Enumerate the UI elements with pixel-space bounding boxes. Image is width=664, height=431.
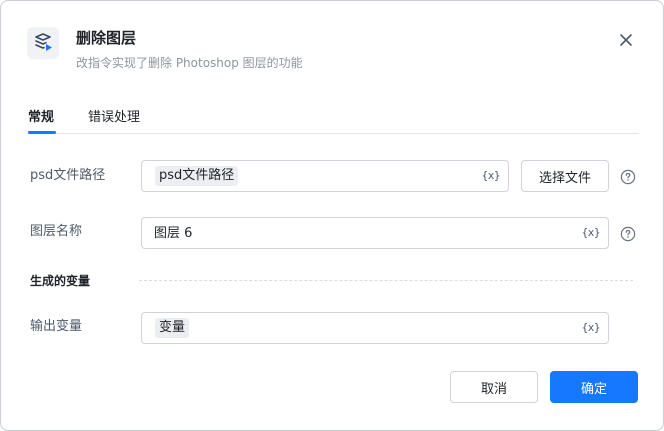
output-variable-input[interactable]: 变量 {x} [141, 312, 609, 344]
tab-error-handling[interactable]: 错误处理 [88, 109, 140, 127]
layers-delete-icon [27, 27, 59, 59]
psd-path-variable-chip: psd文件路径 [155, 166, 239, 186]
dialog-title: 删除图层 [76, 29, 137, 47]
layer-name-value: 图层 6 [154, 226, 193, 241]
output-variable-label: 输出变量 [30, 319, 83, 334]
help-icon[interactable] [620, 169, 636, 185]
layer-name-label: 图层名称 [30, 224, 83, 239]
section-divider [139, 280, 633, 281]
choose-file-button[interactable]: 选择文件 [521, 160, 609, 192]
tab-bar: 常规 错误处理 [28, 101, 639, 134]
close-button[interactable] [615, 29, 637, 51]
layer-name-input[interactable]: 图层 6 {x} [141, 217, 609, 249]
variable-icon[interactable]: {x} [582, 225, 601, 241]
psd-path-label: psd文件路径 [30, 168, 106, 183]
variable-icon[interactable]: {x} [582, 320, 601, 336]
psd-path-input[interactable]: psd文件路径 {x} [141, 160, 509, 192]
help-icon[interactable] [620, 226, 636, 242]
generated-variables-section-title: 生成的变量 [30, 274, 91, 288]
dialog-subtitle: 改指令实现了删除 Photoshop 图层的功能 [76, 56, 303, 70]
output-variable-chip: 变量 [155, 318, 190, 338]
delete-layer-dialog: 删除图层 改指令实现了删除 Photoshop 图层的功能 常规 错误处理 ps… [0, 0, 664, 431]
confirm-button[interactable]: 确定 [550, 371, 638, 403]
variable-icon[interactable]: {x} [482, 168, 501, 184]
active-tab-indicator [28, 131, 56, 134]
cancel-button[interactable]: 取消 [450, 371, 538, 403]
close-icon [620, 34, 632, 46]
tab-general[interactable]: 常规 [28, 109, 54, 127]
